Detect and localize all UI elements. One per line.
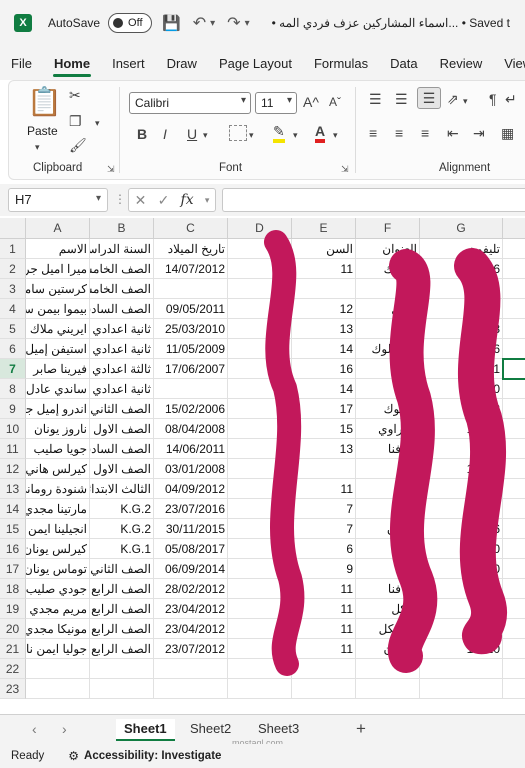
ribbon-divider bbox=[355, 87, 356, 173]
font-name-value: Calibri bbox=[135, 96, 170, 110]
scribble-column-d bbox=[264, 230, 305, 676]
autosave-state: Off bbox=[128, 17, 143, 29]
alignment-group-label: Alignment bbox=[439, 162, 491, 174]
cut-icon[interactable]: ✂ bbox=[69, 87, 81, 103]
status-ready: Ready bbox=[11, 750, 45, 762]
format-painter-icon[interactable]: 🖌 bbox=[69, 137, 87, 153]
font-name-select[interactable]: Calibri ▾ bbox=[129, 92, 251, 114]
align-left-icon[interactable]: ≡ bbox=[369, 125, 377, 141]
orientation-icon[interactable]: ⇗ bbox=[447, 91, 459, 107]
borders-icon[interactable] bbox=[229, 125, 247, 141]
chevron-down-icon[interactable]: ▾ bbox=[205, 195, 210, 206]
ribbon-panel: 📋 Paste ▾ ✂ ❐ ▾ 🖌 Clipboard ⇲ Calibri ▾ … bbox=[8, 80, 525, 180]
insert-function-button[interactable]: fx bbox=[181, 192, 194, 208]
tab-page-layout[interactable]: Page Layout bbox=[208, 46, 303, 80]
sheet-tab-label: Sheet1 bbox=[124, 721, 167, 736]
paste-dropdown-icon[interactable]: ▾ bbox=[35, 139, 40, 155]
redo-icon[interactable]: ↷ bbox=[227, 13, 240, 33]
borders-dropdown-icon[interactable]: ▾ bbox=[249, 127, 254, 143]
chevron-down-icon: ▾ bbox=[286, 95, 292, 106]
fill-color-icon[interactable]: ✎ bbox=[273, 123, 285, 143]
redo-dropdown-icon[interactable]: ▾ bbox=[245, 18, 250, 29]
font-group-label: Font bbox=[219, 162, 243, 174]
enter-icon[interactable]: ✓ bbox=[158, 192, 170, 209]
tab-formulas[interactable]: Formulas bbox=[303, 46, 379, 80]
align-top-icon[interactable]: ☰ bbox=[369, 91, 382, 107]
align-right-icon[interactable]: ≡ bbox=[421, 125, 429, 141]
increase-font-size-icon[interactable]: A^ bbox=[303, 94, 319, 110]
formula-actions: ✕ ✓ fx ▾ bbox=[128, 188, 216, 212]
ribbon-tabs: File Home Insert Draw Page Layout Formul… bbox=[0, 46, 525, 80]
name-box[interactable]: H7 ▾ bbox=[8, 188, 108, 212]
decrease-indent-icon[interactable]: ⇤ bbox=[447, 125, 459, 141]
copy-icon[interactable]: ❐ bbox=[69, 113, 82, 129]
align-bottom-icon[interactable]: ☰ bbox=[417, 87, 441, 109]
autosave-label: AutoSave bbox=[48, 16, 101, 30]
scribble-column-f bbox=[387, 249, 438, 673]
align-center-icon[interactable]: ≡ bbox=[395, 125, 403, 141]
decrease-font-size-icon[interactable]: Aˇ bbox=[329, 94, 341, 110]
name-box-value: H7 bbox=[15, 192, 32, 207]
accessibility-icon[interactable]: ⚙ bbox=[68, 749, 79, 763]
font-size-select[interactable]: 11 ▾ bbox=[255, 92, 297, 114]
status-bar: Ready ⚙ Accessibility: Investigate bbox=[0, 744, 525, 768]
formula-bar: H7 ▾ ⋮ ✕ ✓ fx ▾ bbox=[0, 184, 525, 216]
sheet-tab-sheet1[interactable]: Sheet1 bbox=[116, 719, 175, 741]
excel-icon: X bbox=[14, 14, 32, 32]
italic-button[interactable]: I bbox=[163, 126, 167, 142]
chevron-down-icon: ▾ bbox=[240, 95, 246, 106]
paste-label[interactable]: Paste bbox=[27, 123, 58, 139]
fill-color-dropdown-icon[interactable]: ▾ bbox=[293, 127, 298, 143]
copy-dropdown-icon[interactable]: ▾ bbox=[95, 115, 100, 131]
spreadsheet-grid[interactable]: ABCDEFG1الاسمالسنة الدراسيةتاريخ الميلاد… bbox=[0, 218, 525, 714]
prev-sheet-icon[interactable]: ‹ bbox=[32, 721, 37, 737]
undo-dropdown-icon[interactable]: ▾ bbox=[210, 18, 215, 29]
sheet-tab-sheet2[interactable]: Sheet2 bbox=[182, 719, 239, 741]
font-color-dropdown-icon[interactable]: ▾ bbox=[333, 127, 338, 143]
clipboard-launcher-icon[interactable]: ⇲ bbox=[107, 164, 115, 175]
cancel-icon[interactable]: ✕ bbox=[135, 192, 147, 209]
merge-center-icon[interactable]: ▦ bbox=[501, 125, 514, 141]
save-icon[interactable]: 💾 bbox=[162, 14, 181, 32]
underline-button[interactable]: U bbox=[187, 126, 197, 142]
tab-data[interactable]: Data bbox=[379, 46, 428, 80]
increase-indent-icon[interactable]: ⇥ bbox=[473, 125, 485, 141]
font-launcher-icon[interactable]: ⇲ bbox=[341, 164, 349, 175]
wrap-text-icon[interactable]: ↵ bbox=[505, 91, 517, 107]
tab-review[interactable]: Review bbox=[429, 46, 494, 80]
align-middle-icon[interactable]: ☰ bbox=[395, 91, 408, 107]
clipboard-group-label: Clipboard bbox=[33, 162, 83, 174]
tab-file[interactable]: File bbox=[0, 46, 43, 80]
title-bar: X AutoSave Off 💾 ↶ ▾ ↷ ▾ • اسماء المشارك… bbox=[0, 0, 525, 46]
autosave-toggle[interactable]: Off bbox=[108, 13, 153, 33]
redaction-scribbles bbox=[264, 230, 507, 676]
font-size-value: 11 bbox=[261, 96, 274, 110]
ribbon-divider bbox=[119, 87, 120, 173]
paste-icon[interactable]: 📋 bbox=[27, 87, 62, 117]
tab-view[interactable]: View bbox=[493, 46, 525, 80]
add-sheet-icon[interactable]: + bbox=[356, 719, 366, 739]
tab-insert[interactable]: Insert bbox=[101, 46, 156, 80]
paragraph-rtl-icon[interactable]: ¶ bbox=[489, 91, 497, 107]
accessibility-status[interactable]: Accessibility: Investigate bbox=[84, 750, 221, 762]
more-icon[interactable]: ⋮ bbox=[114, 192, 126, 206]
tab-home[interactable]: Home bbox=[43, 46, 101, 80]
formula-input[interactable] bbox=[222, 188, 525, 212]
font-color-icon[interactable]: A bbox=[315, 123, 326, 143]
document-title: • اسماء المشاركين عزف فردي المه... • Sav… bbox=[271, 16, 510, 30]
scribble-column-g bbox=[454, 248, 507, 655]
chevron-down-icon: ▾ bbox=[95, 193, 101, 204]
toggle-knob bbox=[113, 18, 124, 28]
undo-icon[interactable]: ↶ bbox=[193, 13, 206, 33]
underline-dropdown-icon[interactable]: ▾ bbox=[203, 127, 208, 143]
orientation-dropdown-icon[interactable]: ▾ bbox=[463, 93, 468, 109]
next-sheet-icon[interactable]: › bbox=[62, 721, 67, 737]
bold-button[interactable]: B bbox=[137, 126, 147, 142]
tab-draw[interactable]: Draw bbox=[156, 46, 208, 80]
